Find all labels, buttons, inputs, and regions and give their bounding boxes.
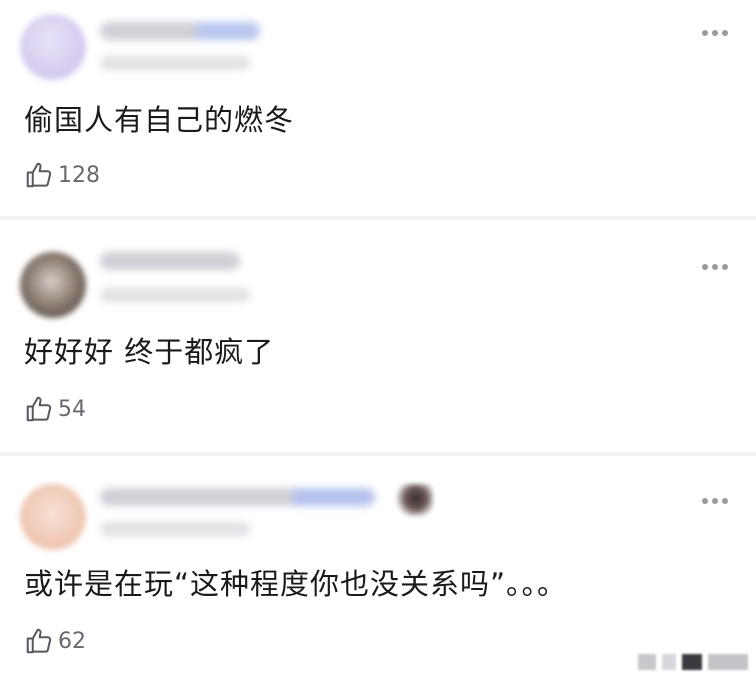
comment-text: 好好好 终于都疯了: [24, 335, 275, 369]
comment-item: 偷国人有自己的燃冬 128: [0, 0, 756, 218]
comment-item: 好好好 终于都疯了 54: [0, 224, 756, 450]
avatar[interactable]: [20, 252, 86, 318]
username-blurred[interactable]: [100, 252, 240, 270]
comment-text: 或许是在玩“这种程度你也没关系吗”。。。: [24, 567, 568, 601]
like-button[interactable]: 54: [24, 394, 86, 424]
like-count: 54: [58, 396, 86, 422]
avatar[interactable]: [20, 14, 86, 80]
more-dots-icon[interactable]: [702, 30, 728, 36]
divider: [0, 216, 756, 220]
comment-text: 偷国人有自己的燃冬: [24, 103, 295, 137]
like-count: 128: [58, 162, 100, 188]
emoji-icon: [395, 484, 433, 516]
like-button[interactable]: 128: [24, 160, 100, 190]
thumbs-up-icon: [26, 396, 52, 422]
more-dots-icon[interactable]: [702, 264, 728, 270]
username-blurred[interactable]: [100, 22, 260, 40]
avatar[interactable]: [20, 484, 86, 550]
username-blurred[interactable]: [100, 488, 375, 506]
divider: [0, 452, 756, 456]
like-count: 62: [58, 628, 86, 654]
comment-meta-blurred: [100, 56, 250, 70]
more-dots-icon[interactable]: [702, 498, 728, 504]
comment-meta-blurred: [100, 288, 250, 302]
like-button[interactable]: 62: [24, 626, 86, 656]
thumbs-up-icon: [26, 162, 52, 188]
thumbs-up-icon: [26, 628, 52, 654]
watermark-blurred: [638, 654, 748, 670]
comment-item: 或许是在玩“这种程度你也没关系吗”。。。 62: [0, 460, 756, 685]
comment-meta-blurred: [100, 522, 250, 536]
